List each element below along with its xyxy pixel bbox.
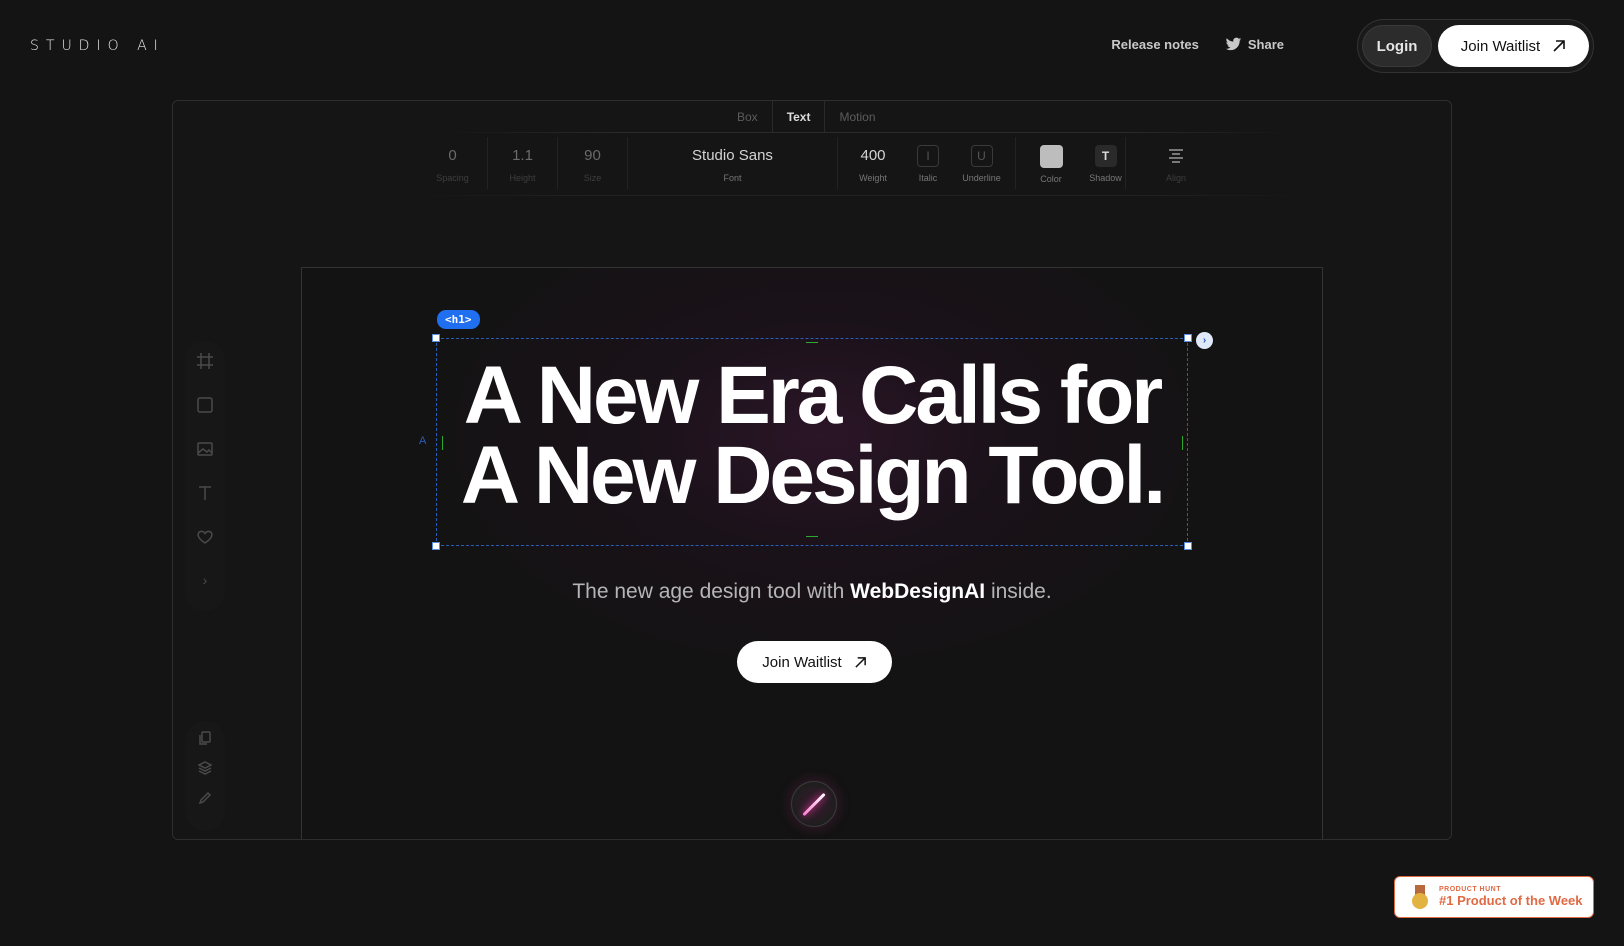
font-size-control[interactable]: 90 Size [558, 137, 628, 189]
line-height-control[interactable]: 1.1 Height [488, 137, 558, 189]
tab-text[interactable]: Text [771, 101, 826, 133]
subheading-brand: WebDesignAI [850, 580, 986, 603]
padding-guide-top [806, 342, 818, 343]
editor-frame: Box Text Motion 0 Spacing 1.1 Height 90 … [172, 100, 1452, 840]
italic-control[interactable]: I Italic [908, 137, 948, 189]
hero-join-waitlist-label: Join Waitlist [762, 653, 842, 671]
font-label: Font [723, 173, 742, 183]
top-nav: Release notes Share [1111, 36, 1284, 53]
share-label: Share [1247, 37, 1284, 52]
product-hunt-title: #1 Product of the Week [1439, 893, 1583, 908]
magic-wand-icon [802, 792, 826, 816]
join-waitlist-button[interactable]: Join Waitlist [1438, 25, 1589, 67]
image-icon[interactable] [196, 440, 214, 458]
spacing-value: 0 [448, 147, 457, 164]
shadow-label: Shadow [1089, 173, 1122, 183]
font-size-value: 90 [584, 147, 601, 164]
italic-label: Italic [918, 173, 938, 183]
hero-heading-line-1: A New Era Calls for [463, 350, 1163, 441]
resize-handle-bottom-right[interactable] [1184, 542, 1192, 550]
tab-motion[interactable]: Motion [825, 101, 889, 133]
weight-label: Weight [859, 173, 887, 183]
shadow-control[interactable]: T Shadow [1086, 137, 1126, 189]
arrow-up-right-icon [1553, 40, 1566, 52]
product-hunt-text: PRODUCT HUNT #1 Product of the Week [1439, 886, 1583, 908]
bottom-left-toolbar [185, 721, 225, 831]
ai-wand-button[interactable] [791, 781, 837, 827]
font-control[interactable]: Studio Sans Font [628, 137, 838, 189]
release-notes-link[interactable]: Release notes [1111, 37, 1198, 52]
join-waitlist-label: Join Waitlist [1460, 37, 1541, 55]
line-height-value: 1.1 [512, 147, 533, 164]
underline-icon: U [970, 145, 993, 167]
spacing-control[interactable]: 0 Spacing [418, 137, 488, 189]
tab-box[interactable]: Box [723, 101, 772, 133]
padding-guide-bottom [806, 536, 818, 537]
align-label: Align [1165, 173, 1186, 183]
twitter-icon [1225, 37, 1242, 51]
line-height-label: Height [509, 173, 536, 183]
underline-label: Underline [962, 173, 1001, 183]
login-button[interactable]: Login [1362, 25, 1432, 67]
align-control[interactable]: Align [1126, 137, 1226, 189]
underline-control[interactable]: U Underline [948, 137, 1016, 189]
frame-icon[interactable] [196, 352, 214, 370]
copy-icon[interactable] [198, 731, 212, 745]
auth-group: Login Join Waitlist [1357, 19, 1594, 73]
color-swatch [1039, 145, 1063, 168]
hero-heading[interactable]: A New Era Calls for A New Design Tool. [436, 350, 1188, 521]
editor-tabs: Box Text Motion [723, 101, 890, 133]
medal-icon [1411, 885, 1429, 909]
resize-handle-top-left[interactable] [432, 334, 440, 342]
left-toolbar: › [185, 341, 225, 611]
shadow-icon: T [1094, 145, 1117, 167]
resize-handle-top-right[interactable] [1184, 334, 1192, 342]
font-size-label: Size [583, 173, 602, 183]
rectangle-icon[interactable] [196, 396, 214, 414]
toolbar-divider [413, 195, 1311, 196]
italic-icon: I [917, 145, 939, 167]
design-canvas[interactable]: <h1> A › A New Era Calls for A New Desig… [301, 267, 1323, 839]
layers-icon[interactable] [198, 761, 212, 775]
hero-heading-line-2: A New Design Tool. [460, 430, 1166, 521]
chevron-right-icon[interactable]: › [1196, 332, 1213, 349]
align-center-icon [1169, 149, 1183, 163]
color-label: Color [1040, 174, 1062, 184]
spacing-label: Spacing [436, 173, 469, 183]
heart-icon[interactable] [196, 528, 214, 546]
product-hunt-label: PRODUCT HUNT [1439, 886, 1501, 893]
weight-control[interactable]: 400 Weight [838, 137, 908, 189]
text-toolbar: 0 Spacing 1.1 Height 90 Size Studio Sans… [418, 137, 1288, 193]
subheading-prefix: The new age design tool with [572, 580, 851, 603]
text-tool-icon[interactable] [196, 484, 214, 502]
product-hunt-badge[interactable]: PRODUCT HUNT #1 Product of the Week [1394, 876, 1594, 918]
font-value: Studio Sans [692, 147, 773, 164]
resize-handle-bottom-left[interactable] [432, 542, 440, 550]
share-link[interactable]: Share [1225, 36, 1284, 53]
tab-divider [443, 132, 1296, 133]
logo[interactable]: STUDIO AI [30, 38, 165, 54]
color-control[interactable]: Color [1016, 137, 1086, 189]
weight-value: 400 [860, 147, 886, 164]
text-marker: A [419, 435, 427, 447]
arrow-up-right-icon [855, 656, 866, 668]
subheading-suffix: inside. [985, 580, 1052, 603]
hero-join-waitlist-button[interactable]: Join Waitlist [737, 641, 892, 683]
pencil-icon[interactable] [198, 791, 212, 805]
chevron-right-icon[interactable]: › [203, 572, 208, 588]
hero-subheading: The new age design tool with WebDesignAI… [302, 580, 1322, 604]
element-tag-badge: <h1> [437, 310, 480, 329]
